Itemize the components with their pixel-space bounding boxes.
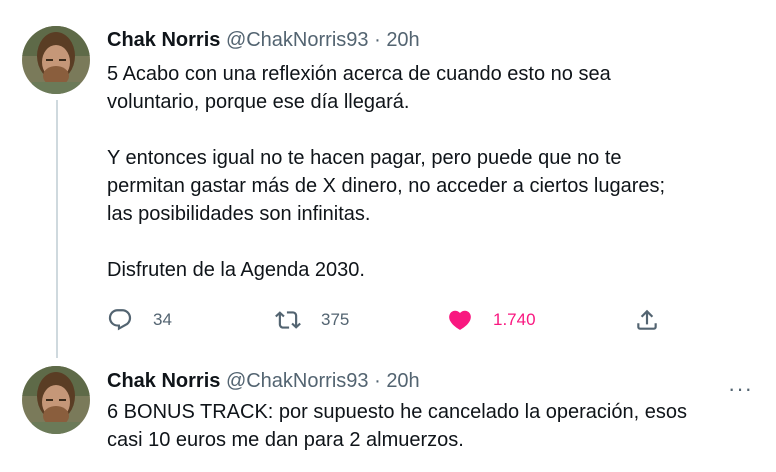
tweet-2[interactable]: Chak Norris @ChakNorris93 · 20h 6 BONUS … (0, 350, 776, 472)
tweet-text-line: 5 Acabo con una reflexión acerca de cuan… (107, 63, 611, 85)
heart-icon (449, 310, 471, 330)
retweet-icon (275, 311, 301, 329)
reply-icon (108, 309, 132, 331)
share-button[interactable] (634, 306, 660, 334)
author-handle[interactable]: @ChakNorris93 (226, 29, 369, 51)
author-name[interactable]: Chak Norris (107, 370, 220, 392)
tweet-text-line: casi 10 euros me dan para 2 almuerzos. (107, 429, 464, 451)
tweet-actions: 34 375 1.740 (107, 306, 667, 334)
tweet-header: Chak Norris @ChakNorris93 · 20h (107, 369, 420, 393)
like-count: 1.740 (493, 310, 536, 329)
retweet-count: 375 (321, 310, 350, 329)
more-icon[interactable]: ··· (728, 376, 753, 402)
reply-count: 34 (153, 310, 172, 329)
separator: · (374, 29, 381, 51)
author-handle[interactable]: @ChakNorris93 (226, 370, 369, 392)
tweet-text: 5 Acabo con una reflexión acerca de cuan… (107, 60, 747, 284)
timestamp[interactable]: 20h (386, 29, 419, 51)
retweet-button[interactable]: 375 (275, 306, 349, 334)
tweet-text-line: las posibilidades son infinitas. (107, 203, 371, 225)
avatar[interactable] (22, 26, 90, 94)
reply-button[interactable]: 34 (107, 306, 172, 334)
author-name[interactable]: Chak Norris (107, 29, 220, 51)
share-icon (637, 309, 657, 330)
tweet-text-line: voluntario, porque ese día llegará. (107, 91, 410, 113)
tweet-text-line: Y entonces igual no te hacen pagar, pero… (107, 147, 622, 169)
tweet-text-line: 6 BONUS TRACK: por supuesto he cancelado… (107, 401, 687, 423)
tweet-text-line: Disfruten de la Agenda 2030. (107, 259, 365, 281)
tweet-text: 6 BONUS TRACK: por supuesto he cancelado… (107, 398, 747, 454)
tweet-text-line: permitan gastar más de X dinero, no acce… (107, 175, 666, 197)
avatar[interactable] (22, 366, 90, 434)
tweet-1[interactable]: Chak Norris @ChakNorris93 · 20h 5 Acabo … (0, 0, 776, 350)
like-button[interactable]: 1.740 (447, 306, 536, 334)
separator: · (374, 370, 381, 392)
tweet-header: Chak Norris @ChakNorris93 · 20h (107, 28, 420, 52)
timestamp[interactable]: 20h (386, 370, 419, 392)
